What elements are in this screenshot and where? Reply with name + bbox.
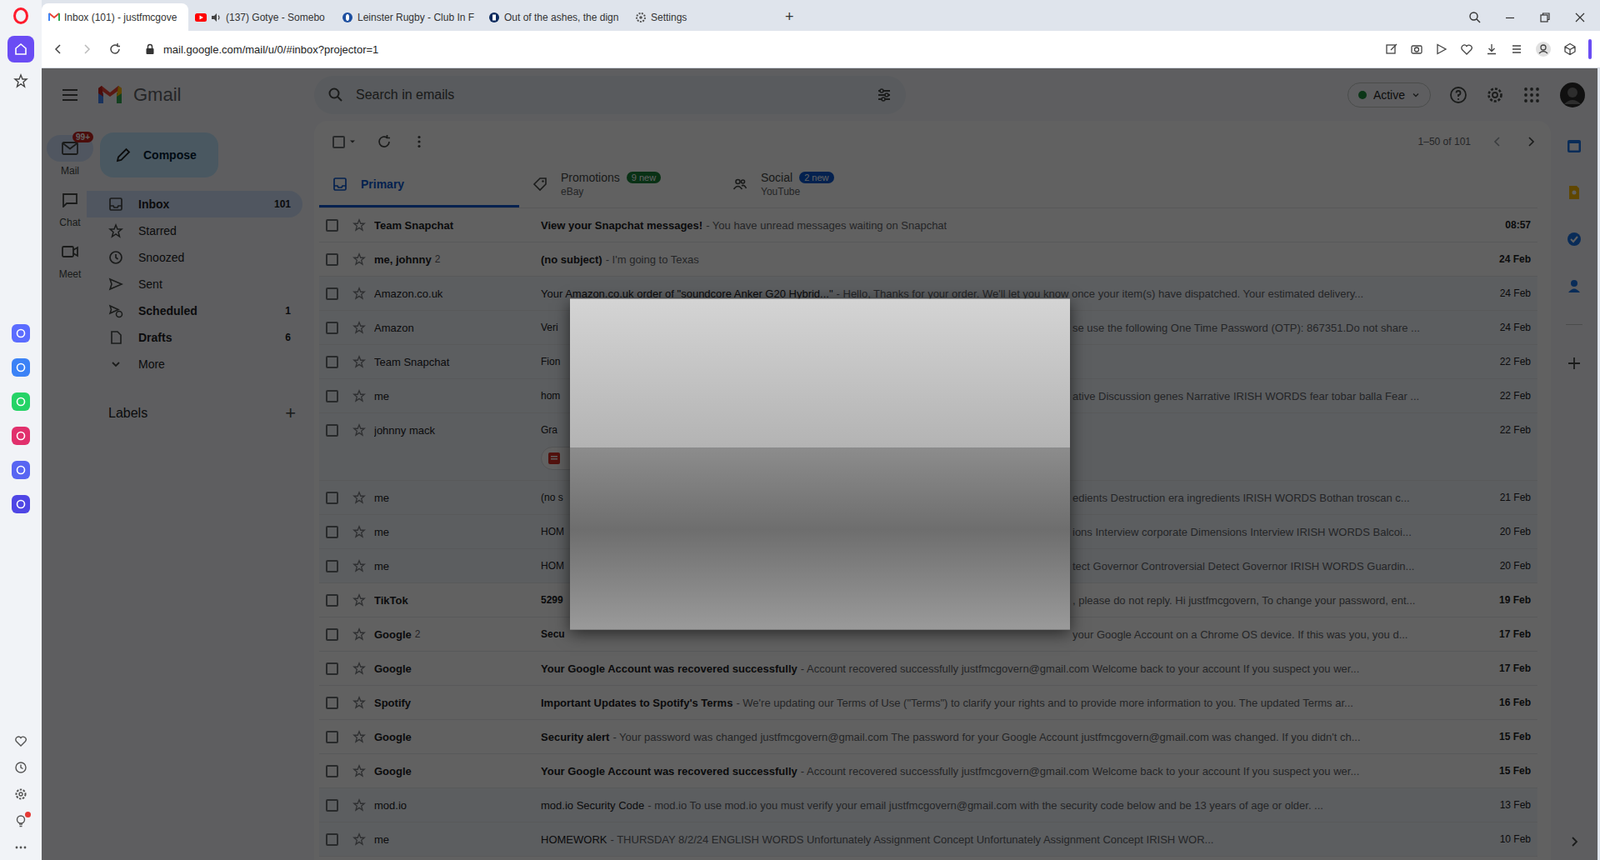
sidebar-bottom	[13, 733, 29, 855]
heart-icon[interactable]	[13, 733, 29, 749]
more-icon[interactable]	[13, 840, 29, 855]
gmail-page: Gmail Search in emails Active 99+ Mail C…	[41, 68, 1598, 860]
browser-tab[interactable]: Leinster Rugby - Club In F	[335, 3, 482, 31]
instagram-icon[interactable]	[11, 426, 30, 445]
heart-icon[interactable]	[1460, 42, 1474, 56]
gear-icon	[635, 11, 647, 24]
article-icon	[488, 11, 500, 24]
tab-title: Leinster Rugby - Club In F	[357, 11, 475, 24]
player-icon[interactable]	[11, 495, 30, 514]
tab-bar: Inbox (101) - justfmcgove (137) Gotye - …	[41, 0, 1600, 31]
browser-tab[interactable]: Inbox (101) - justfmcgove	[41, 3, 189, 31]
tab-title: Inbox (101) - justfmcgove	[64, 11, 177, 24]
home-icon	[13, 41, 29, 57]
sidebar-home[interactable]	[7, 35, 35, 63]
browser-main: Inbox (101) - justfmcgove (137) Gotye - …	[41, 0, 1600, 860]
history-icon[interactable]	[13, 760, 29, 775]
tab-title: Out of the ashes, the dign	[504, 11, 619, 24]
browser-window: Inbox (101) - justfmcgove (137) Gotye - …	[0, 0, 1600, 860]
bulb-icon[interactable]	[13, 813, 29, 829]
aria-icon[interactable]	[11, 324, 30, 343]
rugby-club-icon	[341, 11, 354, 24]
minimize-icon[interactable]	[1503, 10, 1517, 25]
profile-icon[interactable]	[1535, 40, 1552, 58]
search-icon[interactable]	[1468, 10, 1482, 25]
edit-icon[interactable]	[1385, 42, 1399, 56]
notification-dot	[25, 811, 31, 818]
whatsapp-icon[interactable]	[11, 392, 30, 411]
menu-icon[interactable]	[1510, 42, 1524, 56]
camera-icon[interactable]	[1410, 42, 1424, 56]
send-icon[interactable]	[1435, 42, 1449, 56]
messenger-icon[interactable]	[11, 358, 30, 377]
lock-icon	[145, 43, 155, 55]
opera-logo-icon[interactable]	[12, 0, 30, 31]
cube-icon[interactable]	[1563, 42, 1577, 56]
tab-title: (137) Gotye - Somebo	[225, 11, 325, 24]
window-controls	[1468, 3, 1594, 31]
browser-tab[interactable]: Out of the ashes, the dign	[481, 3, 629, 31]
reload-icon[interactable]	[108, 42, 122, 56]
gmail-icon	[48, 12, 60, 22]
close-icon[interactable]	[1573, 10, 1587, 25]
tab-title: Settings	[650, 11, 687, 24]
url-text: mail.google.com/mail/u/0/#inbox?projecto…	[163, 43, 379, 56]
forward-icon[interactable]	[80, 42, 94, 56]
url-field[interactable]: mail.google.com/mail/u/0/#inbox?projecto…	[136, 38, 1370, 61]
sidebar-apps	[11, 324, 30, 514]
browser-tab[interactable]: (137) Gotye - Somebo	[188, 3, 335, 31]
browser-tab[interactable]: Settings	[628, 3, 775, 31]
restore-icon[interactable]	[1538, 10, 1552, 25]
new-tab-button[interactable]: +	[775, 3, 805, 31]
lightbox-photo	[570, 299, 1070, 630]
sidebar-toggle[interactable]	[1588, 39, 1592, 60]
youtube-icon	[195, 13, 207, 22]
discord-icon[interactable]	[11, 460, 30, 480]
speaker-icon[interactable]	[210, 12, 222, 23]
download-icon[interactable]	[1485, 42, 1499, 56]
settings-icon[interactable]	[13, 786, 29, 802]
address-actions	[1385, 39, 1592, 60]
back-icon[interactable]	[51, 42, 65, 56]
address-bar: mail.google.com/mail/u/0/#inbox?projecto…	[41, 30, 1600, 69]
opera-sidebar	[0, 0, 42, 860]
sidebar-star[interactable]	[7, 67, 35, 95]
star-icon	[13, 73, 29, 89]
